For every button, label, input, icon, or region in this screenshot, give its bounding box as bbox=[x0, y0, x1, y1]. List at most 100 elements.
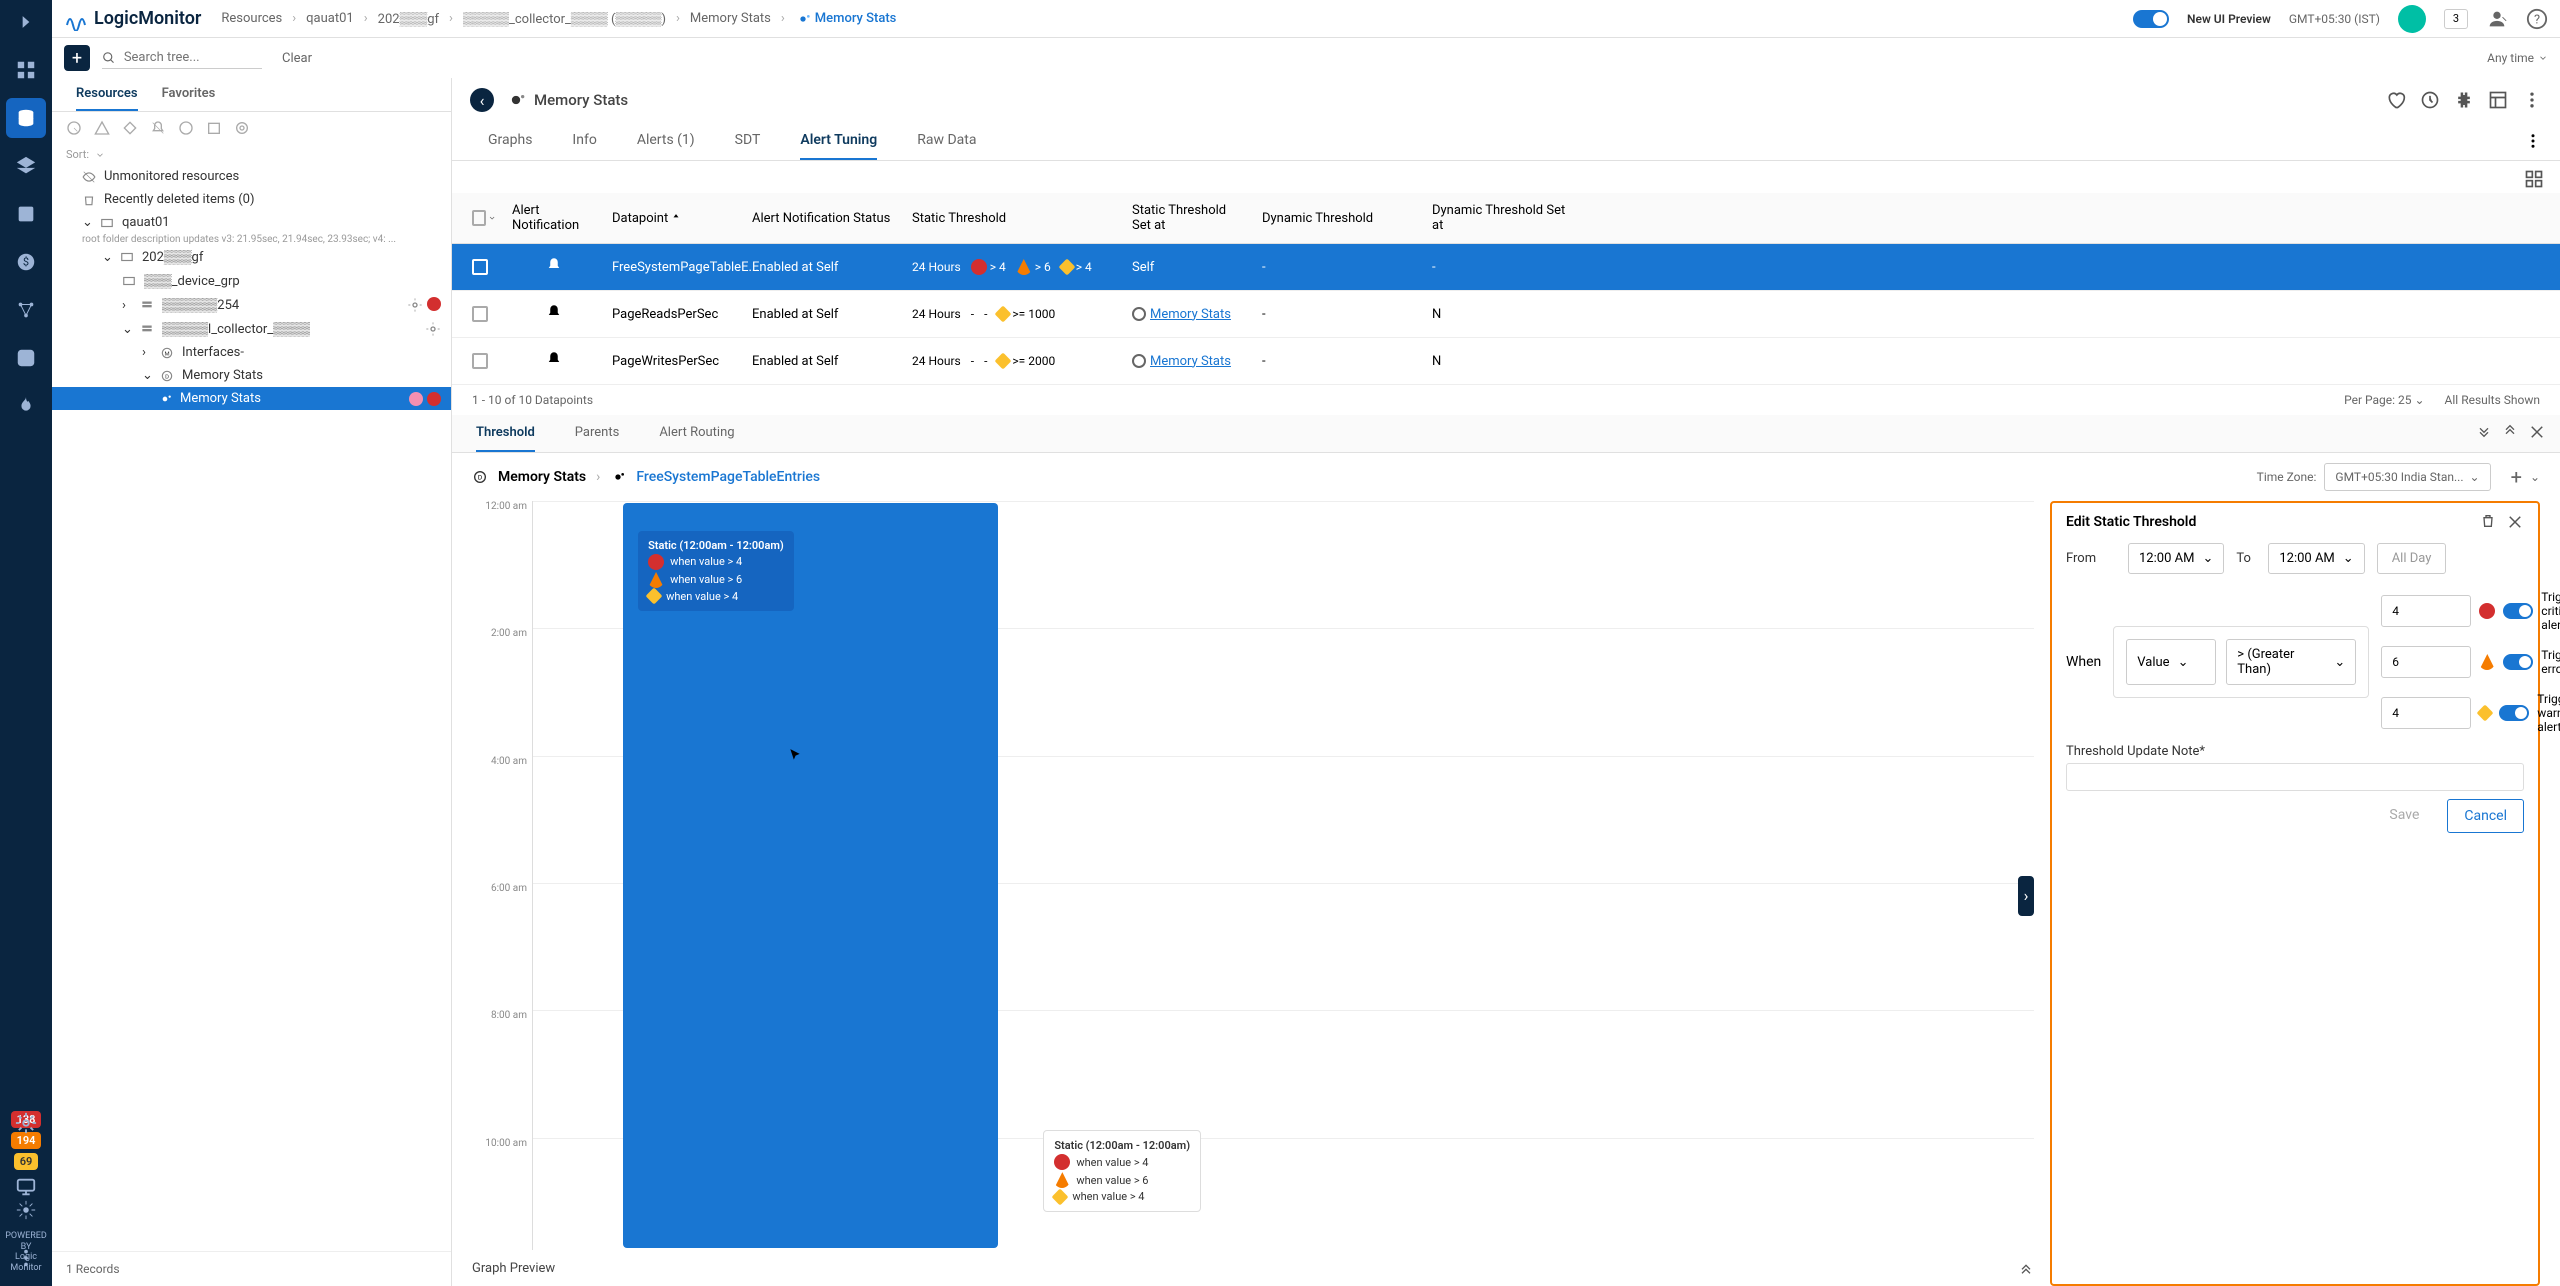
grid-view-icon[interactable] bbox=[2524, 169, 2544, 189]
tab-resources[interactable]: Resources bbox=[76, 86, 138, 111]
delete-icon[interactable] bbox=[2480, 513, 2496, 529]
nav-icon-monitor[interactable] bbox=[6, 1167, 46, 1207]
new-ui-toggle[interactable] bbox=[2133, 10, 2169, 28]
col-set-at[interactable]: Static Threshold Set at bbox=[1124, 203, 1254, 233]
heart-icon[interactable] bbox=[2386, 90, 2406, 110]
cancel-button[interactable]: Cancel bbox=[2447, 799, 2524, 833]
nav-icon-reports[interactable] bbox=[6, 194, 46, 234]
search-input[interactable] bbox=[124, 50, 262, 65]
per-page-selector[interactable]: Per Page: 25 ⌄ bbox=[2344, 393, 2424, 407]
col-static-thresh[interactable]: Static Threshold bbox=[904, 211, 1124, 226]
user-icon[interactable] bbox=[2486, 8, 2508, 30]
tab-parents[interactable]: Parents bbox=[575, 415, 620, 452]
to-time-select[interactable]: 12:00 AM⌄ bbox=[2268, 543, 2364, 574]
tree-item-group3[interactable]: ›▒▒▒▒▒▒254 bbox=[52, 293, 451, 317]
nav-icon-network[interactable] bbox=[6, 290, 46, 330]
tree-item-interfaces[interactable]: ›MInterfaces- bbox=[52, 341, 451, 364]
chevron-down-icon[interactable]: ⌄ bbox=[2530, 470, 2540, 484]
tab-raw-data[interactable]: Raw Data bbox=[917, 122, 976, 160]
plugin-icon[interactable] bbox=[2454, 90, 2474, 110]
nav-icon-layers[interactable] bbox=[6, 146, 46, 186]
col-alert-notif[interactable]: Alert Notification bbox=[504, 203, 604, 233]
clear-button[interactable]: Clear bbox=[282, 51, 312, 66]
all-day-button[interactable]: All Day bbox=[2377, 543, 2447, 574]
clock-icon[interactable] bbox=[2420, 90, 2440, 110]
close-icon[interactable] bbox=[2506, 513, 2524, 531]
bell-off-icon[interactable] bbox=[150, 120, 166, 136]
setat-link[interactable]: Memory Stats bbox=[1150, 354, 1231, 369]
crumb[interactable]: Memory Stats bbox=[690, 11, 771, 26]
more-icon[interactable] bbox=[2524, 132, 2542, 150]
scroll-handle[interactable]: › bbox=[2018, 876, 2034, 916]
add-button[interactable]: + bbox=[64, 45, 90, 71]
col-notif-status[interactable]: Alert Notification Status bbox=[744, 211, 904, 226]
crumb[interactable]: 202▒▒▒gf bbox=[378, 11, 439, 27]
tab-graphs[interactable]: Graphs bbox=[488, 122, 532, 160]
add-threshold-button[interactable]: + bbox=[2511, 465, 2522, 489]
tree-item-group1[interactable]: ⌄202▒▒▒gf bbox=[52, 245, 451, 269]
collapse-icon[interactable] bbox=[2018, 1260, 2034, 1276]
critical-toggle[interactable] bbox=[2503, 603, 2533, 619]
operator-select[interactable]: > (Greater Than)⌄ bbox=[2226, 639, 2356, 685]
warning-value-input[interactable]: 4 bbox=[2381, 697, 2471, 729]
tab-alerts[interactable]: Alerts (1) bbox=[637, 122, 695, 160]
tab-alert-routing[interactable]: Alert Routing bbox=[659, 415, 734, 452]
target-icon[interactable] bbox=[234, 120, 250, 136]
nav-icon-settings[interactable] bbox=[6, 1103, 46, 1143]
row-checkbox[interactable] bbox=[472, 306, 488, 322]
app-logo[interactable]: LogicMonitor bbox=[64, 7, 201, 31]
value-select[interactable]: Value⌄ bbox=[2126, 639, 2216, 685]
tab-sdt[interactable]: SDT bbox=[735, 122, 761, 160]
error-value-input[interactable]: 6 bbox=[2381, 646, 2471, 678]
setat-link[interactable]: Memory Stats bbox=[1150, 307, 1231, 322]
tree-item-deleted[interactable]: Recently deleted items (0) bbox=[52, 188, 451, 211]
from-time-select[interactable]: 12:00 AM⌄ bbox=[2128, 543, 2224, 574]
nav-icon-integrations[interactable] bbox=[6, 338, 46, 378]
crumb[interactable]: ▒▒▒▒▒_collector_▒▒▒▒ (▒▒▒▒▒) bbox=[463, 11, 666, 27]
chevron-down-icon[interactable] bbox=[488, 213, 496, 223]
table-row[interactable]: PageReadsPerSec Enabled at Self 24 Hours… bbox=[452, 291, 2560, 338]
nav-icon-resources[interactable] bbox=[6, 98, 46, 138]
close-icon[interactable] bbox=[2528, 423, 2546, 441]
tree-item-root[interactable]: ⌄qauat01 bbox=[52, 211, 451, 234]
expand-down-icon[interactable] bbox=[2476, 423, 2492, 439]
avatar[interactable] bbox=[2398, 5, 2426, 33]
nav-icon-fire[interactable] bbox=[6, 386, 46, 426]
nav-expand-icon[interactable] bbox=[16, 12, 36, 32]
threshold-block[interactable] bbox=[623, 503, 998, 1248]
warning-toggle[interactable] bbox=[2499, 705, 2529, 721]
table-row[interactable]: FreeSystemPageTableE... Enabled at Self … bbox=[452, 244, 2560, 291]
note-textarea[interactable] bbox=[2066, 763, 2524, 791]
critical-value-input[interactable]: 4 bbox=[2381, 595, 2471, 627]
layout-icon[interactable] bbox=[2488, 90, 2508, 110]
tree-item-memory1[interactable]: ⌄DMemory Stats bbox=[52, 364, 451, 387]
select-all-checkbox[interactable] bbox=[472, 210, 486, 226]
tab-info[interactable]: Info bbox=[572, 122, 596, 160]
tab-favorites[interactable]: Favorites bbox=[162, 86, 216, 111]
notifications-badge[interactable]: 3 bbox=[2444, 9, 2468, 29]
calendar-icon[interactable] bbox=[206, 120, 222, 136]
back-button[interactable]: ‹ bbox=[470, 88, 494, 112]
tab-alert-tuning[interactable]: Alert Tuning bbox=[800, 122, 877, 160]
tree-item-memory-selected[interactable]: Memory Stats bbox=[52, 387, 451, 410]
tree-item-group4[interactable]: ⌄▒▒▒▒▒l_collector_▒▒▒▒ bbox=[52, 317, 451, 341]
face-icon[interactable] bbox=[178, 120, 194, 136]
nav-icon-billing[interactable]: $ bbox=[6, 242, 46, 282]
table-row[interactable]: PageWritesPerSec Enabled at Self 24 Hour… bbox=[452, 338, 2560, 385]
row-checkbox[interactable] bbox=[472, 259, 488, 275]
sort-row[interactable]: Sort: bbox=[52, 144, 451, 165]
tab-threshold[interactable]: Threshold bbox=[476, 415, 535, 452]
timezone-selector[interactable]: GMT+05:30 India Stan...⌄ bbox=[2324, 463, 2490, 491]
diamond-icon[interactable] bbox=[122, 120, 138, 136]
crumb[interactable]: Resources bbox=[221, 11, 282, 26]
col-datapoint[interactable]: Datapoint bbox=[604, 211, 744, 226]
col-dyn-set-at[interactable]: Dynamic Threshold Set at bbox=[1424, 203, 1584, 233]
expand-up-icon[interactable] bbox=[2502, 423, 2518, 439]
save-button[interactable]: Save bbox=[2371, 799, 2437, 833]
help-icon[interactable]: ? bbox=[2526, 8, 2548, 30]
crumb[interactable]: qauat01 bbox=[306, 11, 354, 26]
more-icon[interactable] bbox=[2522, 90, 2542, 110]
col-dynamic-thresh[interactable]: Dynamic Threshold bbox=[1254, 211, 1424, 226]
tree-item-group2[interactable]: ▒▒▒_device_grp bbox=[52, 269, 451, 293]
time-range-selector[interactable]: Any time bbox=[2487, 51, 2548, 65]
